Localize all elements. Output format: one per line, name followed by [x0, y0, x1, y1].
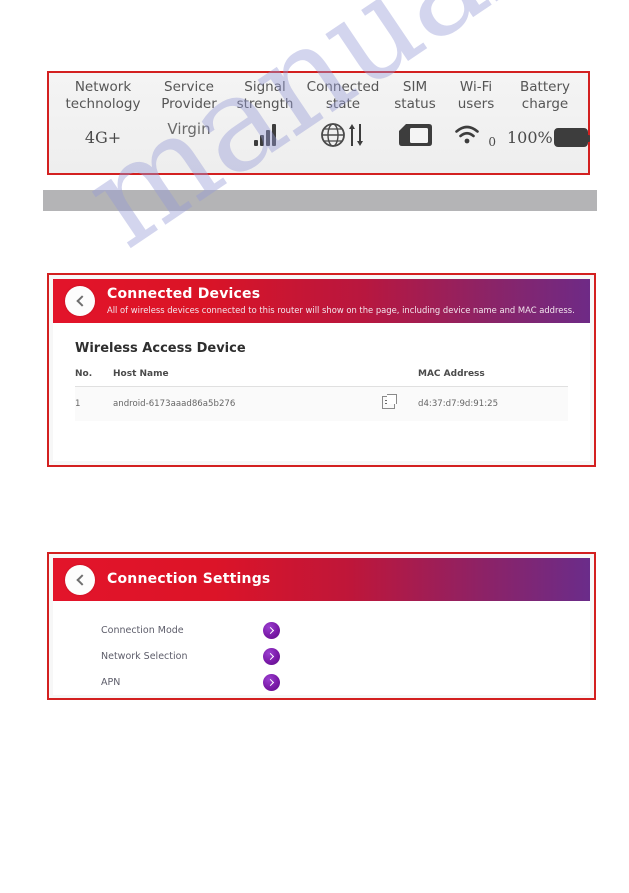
status-table-header-row: Network technology Service Provider Sign…	[57, 79, 580, 113]
globe-data-transfer-icon	[320, 122, 366, 153]
sim-card-icon	[396, 122, 434, 153]
status-value-wifi-users: 0	[445, 123, 507, 152]
cell-mac-address: d4:37:d7:9d:91:25	[418, 386, 568, 421]
settings-item-label: Network Selection	[101, 650, 188, 662]
label-line-2: status	[394, 95, 436, 112]
column-header-no: No.	[75, 369, 113, 387]
connected-devices-panel: Connected Devices All of wireless device…	[47, 273, 596, 467]
label-line-2: state	[325, 95, 361, 112]
label-line-1: Battery	[520, 79, 570, 95]
connected-devices-title: Connected Devices	[107, 285, 261, 302]
label-line-1: Signal	[244, 79, 286, 95]
edit-icon[interactable]	[381, 396, 395, 409]
column-header-mac-address: MAC Address	[418, 369, 568, 387]
table-header-row: No. Host Name MAC Address	[75, 369, 568, 387]
battery-full-icon	[553, 128, 590, 148]
status-value-signal-strength	[229, 124, 301, 151]
label-line-1: Network	[74, 79, 132, 95]
connected-devices-header: Connected Devices All of wireless device…	[53, 279, 590, 323]
status-column-label-service-provider: Service Provider	[149, 79, 229, 113]
connection-settings-list: Connection Mode Network Selection APN	[53, 601, 590, 695]
status-column-label-sim-status: SIM status	[385, 79, 445, 113]
settings-item-apn[interactable]: APN	[53, 669, 590, 695]
settings-item-label: Connection Mode	[101, 624, 184, 636]
label-line-2: charge	[521, 95, 569, 112]
chevron-left-icon	[75, 573, 88, 586]
connection-settings-panel: Connection Settings Connection Mode Netw…	[47, 552, 596, 700]
back-button[interactable]	[65, 286, 95, 316]
status-value-battery-charge: 100%	[507, 127, 590, 148]
connected-devices-subtitle: All of wireless devices connected to thi…	[107, 305, 575, 316]
column-header-host-name: Host Name	[113, 369, 358, 387]
wifi-icon	[454, 123, 486, 152]
chevron-left-icon	[75, 295, 88, 307]
connection-settings-header: Connection Settings	[53, 558, 590, 601]
status-value-service-provider: Virgin	[149, 120, 229, 147]
wifi-users-count: 0	[488, 134, 496, 149]
status-column-label-connected-state: Connected state	[301, 79, 385, 113]
status-table-value-row: 4G+ Virgin 0 100%	[57, 115, 590, 161]
chevron-right-icon[interactable]	[263, 647, 280, 665]
status-value-network-technology: 4G+	[57, 128, 149, 148]
settings-item-connection-mode[interactable]: Connection Mode	[53, 617, 590, 643]
back-button[interactable]	[65, 564, 95, 595]
battery-percent-value: 100%	[507, 127, 553, 147]
status-column-label-signal-strength: Signal strength	[229, 79, 301, 113]
status-column-label-battery-charge: Battery charge	[507, 79, 583, 113]
status-value-connected-state	[301, 122, 385, 153]
status-column-label-wifi-users: Wi-Fi users	[445, 79, 507, 113]
label-line-2: strength	[236, 95, 294, 112]
status-column-label-network-technology: Network technology	[57, 79, 149, 113]
settings-item-label: APN	[101, 676, 121, 688]
connection-settings-title: Connection Settings	[107, 570, 271, 587]
column-header-action	[358, 369, 418, 387]
gray-divider-bar	[43, 190, 597, 211]
label-line-1: SIM	[402, 79, 428, 95]
label-line-2: Provider	[161, 95, 217, 112]
status-value-sim-status	[385, 122, 445, 153]
cell-action	[358, 386, 418, 421]
chevron-right-icon[interactable]	[263, 621, 280, 639]
label-line-1: Connected	[306, 79, 380, 95]
label-line-1: Service	[164, 79, 214, 95]
label-line-1: Wi-Fi	[459, 79, 493, 95]
wireless-access-device-title: Wireless Access Device	[75, 341, 246, 356]
cell-no: 1	[75, 386, 113, 421]
chevron-right-icon[interactable]	[263, 673, 280, 691]
settings-item-network-selection[interactable]: Network Selection	[53, 643, 590, 669]
cell-host-name: android-6173aaad86a5b276	[113, 386, 358, 421]
service-provider-value: Virgin	[167, 120, 211, 139]
status-indicator-table: Network technology Service Provider Sign…	[47, 71, 590, 175]
table-row: 1 android-6173aaad86a5b276 d4:37:d7:9d:9…	[75, 386, 568, 421]
label-line-2: technology	[65, 95, 141, 112]
connected-devices-table: No. Host Name MAC Address 1 android-6173…	[75, 369, 568, 421]
signal-bars-icon	[254, 124, 276, 147]
label-line-2: users	[457, 95, 495, 112]
network-technology-value: 4G+	[84, 127, 122, 147]
